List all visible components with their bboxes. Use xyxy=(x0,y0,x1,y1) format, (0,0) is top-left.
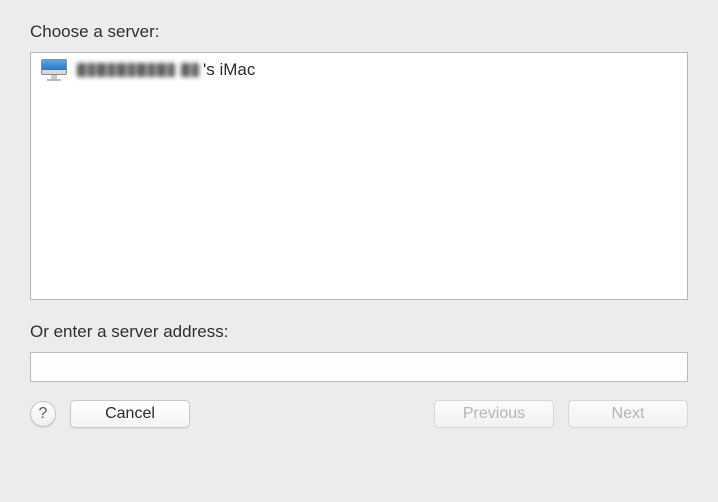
server-select-panel: Choose a server: 's iMac Or enter a serv… xyxy=(0,0,718,444)
imac-icon xyxy=(41,59,67,81)
server-address-input[interactable] xyxy=(30,352,688,382)
help-button[interactable]: ? xyxy=(30,401,56,427)
next-button: Next xyxy=(568,400,688,428)
choose-server-label: Choose a server: xyxy=(30,22,688,42)
button-row: ? Cancel Previous Next xyxy=(30,400,688,428)
cancel-button[interactable]: Cancel xyxy=(70,400,190,428)
server-name: 's iMac xyxy=(77,60,255,80)
previous-button: Previous xyxy=(434,400,554,428)
server-list[interactable]: 's iMac xyxy=(30,52,688,300)
list-item[interactable]: 's iMac xyxy=(31,53,687,86)
enter-address-label: Or enter a server address: xyxy=(30,322,688,342)
